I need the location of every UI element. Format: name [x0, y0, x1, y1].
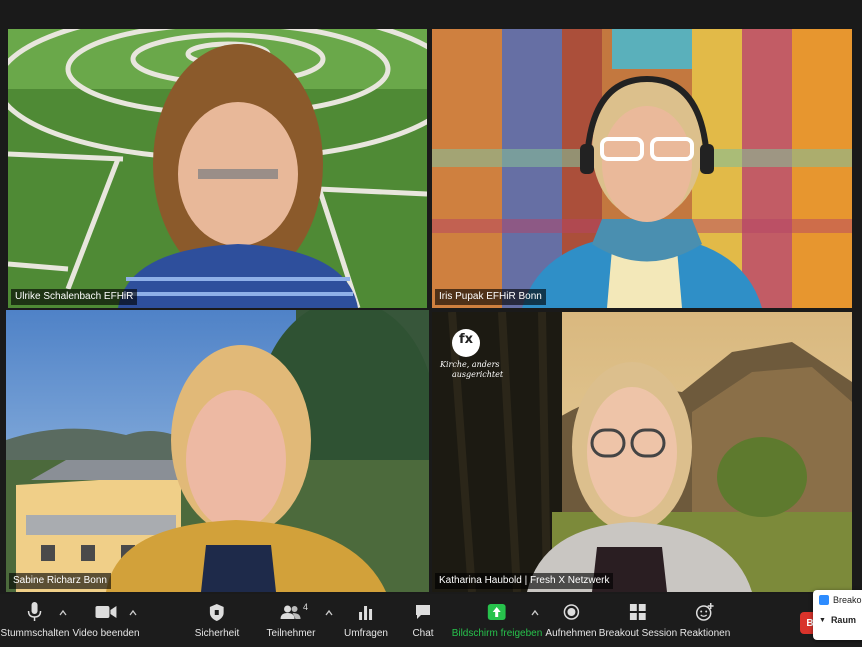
popup-breakout-label: Breakou [833, 595, 862, 605]
shield-icon [206, 602, 228, 622]
share-options-caret-icon[interactable] [530, 608, 540, 618]
labyrinth-background [8, 29, 427, 308]
mute-options-caret-icon[interactable] [58, 608, 68, 618]
reactions-button[interactable]: Reaktionen [679, 602, 731, 639]
security-button[interactable]: Sicherheit [195, 602, 239, 639]
video-tile-4[interactable]: fx Kirche, anders ausgerichtet Katharina… [432, 312, 852, 592]
participants-button[interactable]: Teilnehmer [266, 602, 316, 639]
participant-name-label: Iris Pupak EFHiR Bonn [435, 289, 546, 305]
popup-row-breakout[interactable]: Breakou [813, 590, 862, 610]
participant-count-badge: 4 [303, 602, 309, 612]
fx-logo-mark: fx [458, 332, 474, 347]
bar-chart-icon [355, 602, 377, 622]
participants-options-caret-icon[interactable] [324, 608, 334, 618]
record-icon [560, 602, 582, 622]
participant-name-label: Ulrike Schalenbach EFHiR [11, 289, 138, 305]
microphone-icon [24, 602, 46, 622]
breakout-grid-icon [627, 602, 649, 622]
participant-name-label: Katharina Haubold | Fresh X Netzwerk [435, 573, 614, 589]
record-label: Aufnehmen [545, 628, 597, 639]
popup-room-label: Raum [830, 615, 856, 625]
video-camera-icon [94, 602, 117, 622]
valley-background [432, 312, 852, 592]
video-tile-3-active-speaker[interactable]: Sabine Richarz Bonn [6, 310, 429, 592]
breakout-room-popup[interactable]: Breakou ▼ Raum [813, 590, 862, 640]
participant-name-label: Sabine Richarz Bonn [9, 573, 111, 589]
participants-icon [280, 602, 302, 622]
meeting-toolbar: Stummschalten Video beenden Sicherheit T… [0, 594, 862, 647]
fx-slogan-line2: ausgerichtet [452, 370, 504, 379]
smiley-plus-icon [694, 602, 716, 622]
video-tile-1[interactable]: Ulrike Schalenbach EFHiR [8, 29, 427, 308]
fx-slogan-line1: Kirche, anders [440, 360, 500, 369]
polls-button[interactable]: Umfragen [344, 602, 388, 639]
stop-video-label: Video beenden [72, 628, 140, 639]
house-background [6, 310, 429, 592]
security-label: Sicherheit [194, 628, 240, 639]
video-tile-2[interactable]: Iris Pupak EFHiR Bonn [432, 29, 852, 308]
breakout-session-button[interactable]: Breakout Session [599, 602, 677, 639]
polls-label: Umfragen [344, 628, 388, 639]
fx-logo-slogan: Kirche, anders ausgerichtet [440, 360, 503, 380]
share-screen-icon [486, 602, 508, 622]
record-button[interactable]: Aufnehmen [545, 602, 597, 639]
chat-bubble-icon [412, 602, 434, 622]
popup-row-room[interactable]: ▼ Raum [813, 610, 862, 630]
participants-label: Teilnehmer [266, 628, 316, 639]
chat-label: Chat [412, 628, 434, 639]
chat-button[interactable]: Chat [412, 602, 434, 639]
mute-label: Stummschalten [0, 628, 70, 639]
dropdown-arrow-icon: ▼ [819, 616, 826, 624]
breakout-session-label: Breakout Session [598, 628, 678, 639]
video-options-caret-icon[interactable] [128, 608, 138, 618]
breakout-room-icon [819, 595, 829, 605]
reactions-label: Reaktionen [679, 628, 731, 639]
share-screen-label: Bildschirm freigeben [451, 628, 543, 639]
crochet-background [432, 29, 852, 308]
share-screen-button[interactable]: Bildschirm freigeben [451, 602, 543, 639]
